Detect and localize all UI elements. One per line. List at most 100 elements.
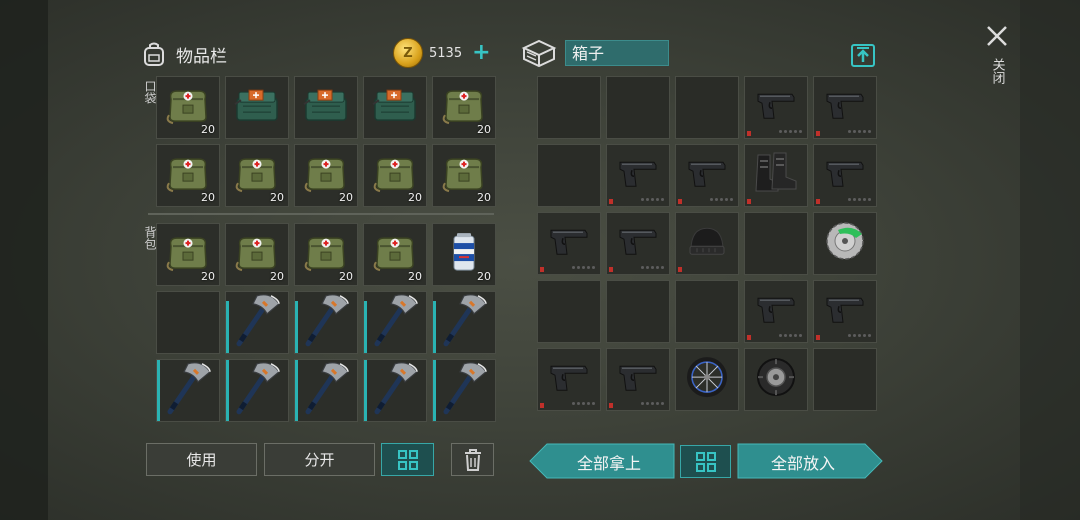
inventory-slot[interactable]: 20 <box>294 223 358 286</box>
inventory-slot[interactable]: 20 <box>432 144 496 207</box>
backpack-icon <box>144 42 164 66</box>
inventory-slot[interactable] <box>813 76 877 139</box>
inventory-slot[interactable] <box>537 348 601 411</box>
inventory-slot[interactable] <box>744 280 808 343</box>
inventory-header: 物品栏 <box>140 38 227 70</box>
pocket-grid: 20 20 20 20 20 20 20 <box>156 76 496 207</box>
durability-bar <box>226 301 229 353</box>
beanie-icon <box>687 224 727 262</box>
empty-slot[interactable] <box>813 348 877 411</box>
tire-icon <box>755 356 797 402</box>
use-button[interactable]: 使用 <box>146 443 257 476</box>
inventory-slot[interactable] <box>294 291 358 354</box>
inventory-slot[interactable]: 20 <box>225 223 289 286</box>
stack-count: 20 <box>339 270 353 283</box>
inventory-slot[interactable] <box>813 212 877 275</box>
inventory-slot[interactable]: 20 <box>156 144 220 207</box>
sort-grid-button[interactable] <box>381 443 434 476</box>
pistol-icon <box>823 292 867 330</box>
hatchet-icon <box>231 292 283 351</box>
inventory-slot[interactable] <box>432 359 496 422</box>
coin-balance: Z 5135 + <box>393 38 491 68</box>
inventory-slot[interactable] <box>744 144 808 207</box>
inventory-slot[interactable]: 20 <box>363 144 427 207</box>
inventory-slot[interactable] <box>294 359 358 422</box>
stack-count: 20 <box>477 191 491 204</box>
attachment-dots <box>710 198 733 201</box>
boots-icon <box>752 151 800 199</box>
stack-count: 20 <box>201 270 215 283</box>
inventory-slot[interactable] <box>537 212 601 275</box>
pistol-icon <box>823 88 867 126</box>
empty-slot[interactable] <box>675 280 739 343</box>
empty-slot[interactable] <box>537 76 601 139</box>
inventory-slot[interactable] <box>675 212 739 275</box>
add-coins-button[interactable]: + <box>472 42 490 64</box>
crate-icon <box>521 39 557 68</box>
grid-icon <box>695 451 716 472</box>
empty-slot[interactable] <box>537 144 601 207</box>
low-durability-marker <box>816 335 820 340</box>
inventory-slot[interactable] <box>432 291 496 354</box>
inventory-slot[interactable]: 20 <box>294 144 358 207</box>
low-durability-marker <box>678 267 682 272</box>
box-title: 箱子 <box>565 40 669 66</box>
inventory-slot[interactable] <box>156 359 220 422</box>
hatchet-icon <box>438 292 490 351</box>
pistol-icon <box>616 224 660 262</box>
saw-blade-icon <box>822 218 868 268</box>
hatchet-icon <box>369 292 421 351</box>
empty-slot[interactable] <box>744 212 808 275</box>
delete-button[interactable] <box>451 443 494 476</box>
inventory-slot[interactable] <box>744 348 808 411</box>
pistol-icon <box>547 360 591 398</box>
close-button[interactable]: 关闭 <box>985 24 1009 84</box>
attachment-dots <box>779 130 802 133</box>
inventory-slot[interactable] <box>675 144 739 207</box>
inventory-slot[interactable] <box>606 348 670 411</box>
inventory-slot[interactable]: 20 <box>225 144 289 207</box>
attachment-dots <box>641 266 664 269</box>
inventory-slot[interactable]: 20 <box>156 223 220 286</box>
inventory-slot[interactable] <box>363 76 427 139</box>
pistol-icon <box>754 88 798 126</box>
stack-count: 20 <box>477 123 491 136</box>
stack-count: 20 <box>477 270 491 283</box>
inventory-slot[interactable]: 20 <box>432 223 496 286</box>
put-all-button[interactable]: 全部放入 <box>739 445 867 478</box>
inventory-slot[interactable] <box>363 291 427 354</box>
low-durability-marker <box>816 199 820 204</box>
grid-icon <box>397 449 418 470</box>
empty-slot[interactable] <box>537 280 601 343</box>
empty-slot[interactable] <box>156 291 220 354</box>
empty-slot[interactable] <box>606 76 670 139</box>
first-aid-kit-icon <box>233 86 281 128</box>
inventory-slot[interactable] <box>813 280 877 343</box>
inventory-slot[interactable] <box>225 359 289 422</box>
take-all-button[interactable]: 全部拿上 <box>545 445 673 478</box>
low-durability-marker <box>747 199 751 204</box>
split-button[interactable]: 分开 <box>264 443 375 476</box>
attachment-dots <box>572 266 595 269</box>
inventory-slot[interactable] <box>294 76 358 139</box>
inventory-slot[interactable]: 20 <box>363 223 427 286</box>
empty-slot[interactable] <box>606 280 670 343</box>
inventory-slot[interactable] <box>675 348 739 411</box>
inventory-slot[interactable] <box>225 291 289 354</box>
empty-slot[interactable] <box>675 76 739 139</box>
inventory-slot[interactable]: 20 <box>432 76 496 139</box>
hatchet-icon <box>231 360 283 419</box>
inventory-slot[interactable] <box>363 359 427 422</box>
inventory-slot[interactable] <box>225 76 289 139</box>
low-durability-marker <box>747 335 751 340</box>
inventory-slot[interactable]: 20 <box>156 76 220 139</box>
box-sort-grid-button[interactable] <box>680 445 731 478</box>
upload-icon[interactable] <box>850 42 876 68</box>
stack-count: 20 <box>408 270 422 283</box>
inventory-slot[interactable] <box>606 144 670 207</box>
inventory-slot[interactable] <box>744 76 808 139</box>
coin-icon: Z <box>393 38 423 68</box>
inventory-slot[interactable] <box>813 144 877 207</box>
inventory-slot[interactable] <box>606 212 670 275</box>
box-grid <box>537 76 877 411</box>
